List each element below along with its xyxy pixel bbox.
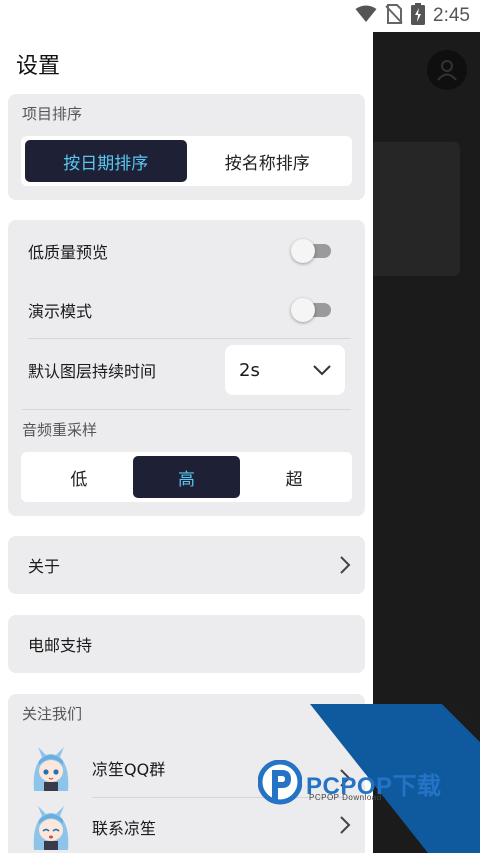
sort-section-label: 项目排序 bbox=[22, 105, 83, 123]
sort-segmented-control: 按日期排序 按名称排序 bbox=[21, 136, 352, 186]
audio-resample-segmented-control: 低 高 超 bbox=[21, 452, 352, 502]
sort-card: 项目排序 按日期排序 按名称排序 bbox=[8, 94, 365, 200]
resample-high-button[interactable]: 高 bbox=[132, 456, 241, 498]
wifi-icon bbox=[355, 5, 377, 27]
no-sim-icon bbox=[385, 4, 403, 28]
status-time: 2:45 bbox=[433, 5, 470, 26]
anime-avatar-icon bbox=[28, 804, 74, 850]
background-card bbox=[373, 142, 460, 276]
layer-duration-value: 2s bbox=[239, 359, 260, 381]
email-support-row[interactable]: 电邮支持 bbox=[28, 615, 345, 673]
sort-by-name-button[interactable]: 按名称排序 bbox=[187, 140, 349, 182]
divider bbox=[22, 409, 351, 410]
email-support-label: 电邮支持 bbox=[28, 636, 93, 655]
profile-icon bbox=[427, 50, 467, 90]
sort-by-date-button[interactable]: 按日期排序 bbox=[25, 140, 187, 182]
watermark-subtitle: PCPOP Download bbox=[309, 793, 382, 802]
contact-row[interactable]: 联系凉笙 bbox=[28, 798, 355, 853]
resample-ultra-button[interactable]: 超 bbox=[240, 456, 348, 498]
presentation-mode-row[interactable]: 演示模式 bbox=[28, 281, 345, 339]
status-icons: 2:45 bbox=[355, 3, 470, 29]
chevron-down-icon bbox=[313, 361, 331, 380]
anime-avatar-icon bbox=[28, 745, 74, 791]
divider bbox=[28, 338, 351, 339]
email-support-card[interactable]: 电邮支持 bbox=[8, 615, 365, 673]
about-row[interactable]: 关于 bbox=[28, 536, 345, 594]
pcpop-logo-icon bbox=[258, 760, 302, 805]
audio-resample-label: 音频重采样 bbox=[22, 421, 98, 439]
low-quality-preview-row[interactable]: 低质量预览 bbox=[28, 222, 345, 280]
low-quality-preview-label: 低质量预览 bbox=[28, 243, 109, 262]
qq-group-label: 凉笙QQ群 bbox=[92, 760, 166, 779]
status-bar: 2:45 bbox=[0, 0, 480, 32]
default-layer-duration-label: 默认图层持续时间 bbox=[28, 362, 157, 381]
about-card[interactable]: 关于 bbox=[8, 536, 365, 594]
resample-low-button[interactable]: 低 bbox=[25, 456, 133, 498]
default-layer-duration-row: 默认图层持续时间 2s bbox=[28, 341, 345, 399]
presentation-mode-switch[interactable] bbox=[291, 298, 333, 322]
low-quality-preview-switch[interactable] bbox=[291, 239, 333, 263]
contact-label: 联系凉笙 bbox=[92, 819, 157, 838]
layer-duration-dropdown[interactable]: 2s bbox=[225, 345, 345, 395]
preferences-card: 低质量预览 演示模式 默认图层持续时间 2s 音频重采样 低 高 超 bbox=[8, 220, 365, 516]
presentation-mode-label: 演示模式 bbox=[28, 302, 93, 321]
chevron-right-icon bbox=[339, 556, 351, 578]
battery-charging-icon bbox=[411, 3, 426, 29]
drawer-title: 设置 bbox=[16, 54, 61, 79]
about-label: 关于 bbox=[28, 557, 61, 576]
follow-us-label: 关注我们 bbox=[22, 705, 83, 723]
